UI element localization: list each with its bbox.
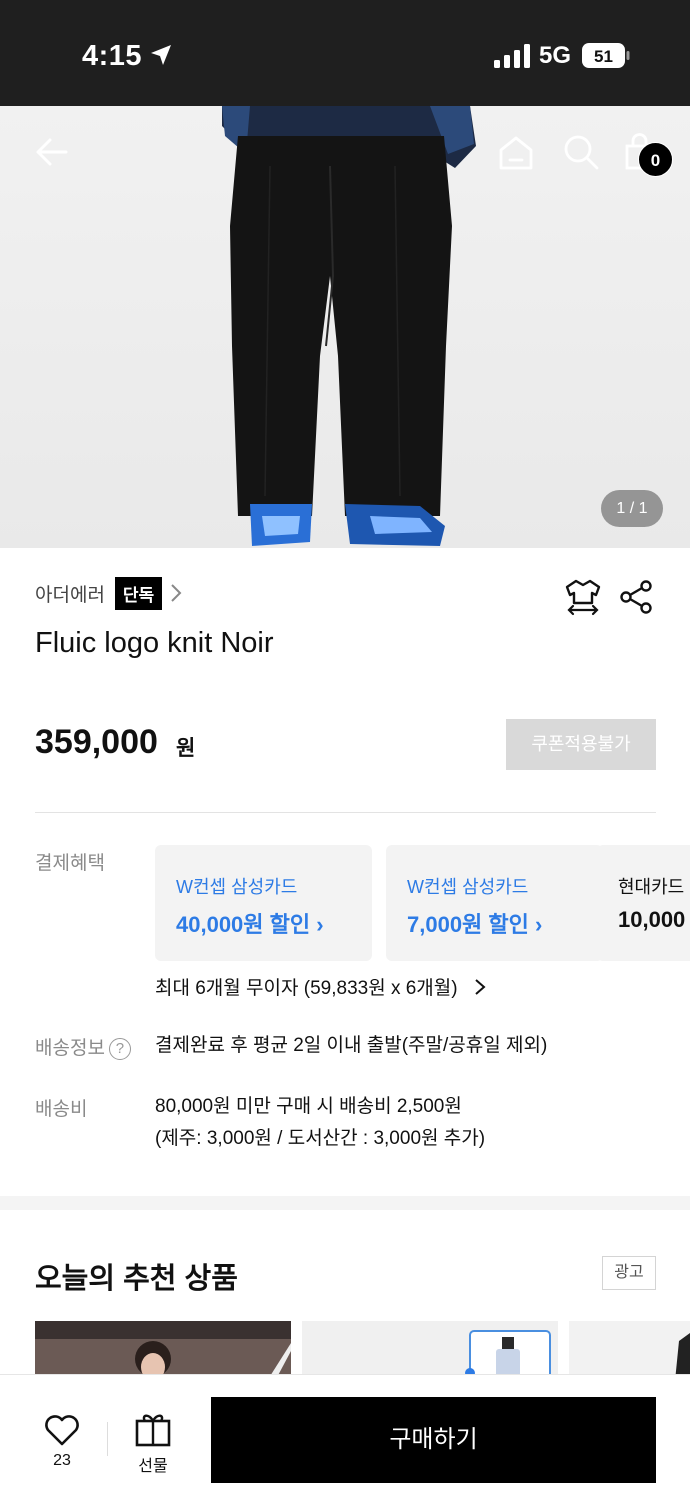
chevron-right-icon xyxy=(475,979,486,995)
home-icon[interactable] xyxy=(496,132,536,172)
chevron-right-icon xyxy=(171,584,182,602)
battery-icon: 51 xyxy=(582,43,630,68)
gift-icon[interactable] xyxy=(131,1411,175,1447)
card-name: W컨셉 삼성카드 xyxy=(407,877,529,897)
buy-button[interactable]: 구매하기 xyxy=(211,1397,656,1483)
recommended-product-thumb[interactable] xyxy=(35,1321,291,1381)
recommendation-title: 오늘의 추천 상품 xyxy=(35,1263,238,1295)
recommended-product-thumb[interactable] xyxy=(302,1321,558,1381)
section-separator xyxy=(0,1196,690,1210)
location-arrow-icon xyxy=(151,45,171,65)
product-title: Fluic logo knit Noir xyxy=(35,627,274,659)
help-icon[interactable]: ? xyxy=(108,1038,131,1060)
brand-link[interactable]: 아더에러 단독 xyxy=(35,576,184,610)
network-type: 5G xyxy=(539,42,572,69)
shipping-fee-label: 배송비 xyxy=(35,1099,88,1120)
exclusive-badge: 단독 xyxy=(114,576,163,610)
ad-badge[interactable]: 광고 xyxy=(602,1256,656,1290)
card-name: W컨셉 삼성카드 xyxy=(176,877,298,897)
chevron-right-icon: › xyxy=(316,912,324,937)
installment-info[interactable]: 최대 6개월 무이자 (59,833원 x 6개월) xyxy=(155,973,487,1000)
gift-label: 선물 xyxy=(138,1458,168,1475)
shipping-info-text: 결제완료 후 평균 2일 이내 출발(주말/공휴일 제외) xyxy=(155,1035,548,1056)
price-unit: 원 xyxy=(176,737,196,760)
shipping-fee-line1: 80,000원 미만 구매 시 배송비 2,500원 xyxy=(155,1096,462,1117)
shipping-fee-line2: (제주: 3,000원 / 도서산간 : 3,000원 추가) xyxy=(155,1128,486,1149)
shipping-info-label: 배송정보? xyxy=(35,1033,131,1060)
card-discount: 10,000 xyxy=(618,907,686,932)
image-page-indicator: 1 / 1 xyxy=(601,490,663,527)
status-bar: 4:15 5G 51 xyxy=(0,0,690,106)
brand-name: 아더에러 xyxy=(35,584,105,606)
status-time: 4:15 xyxy=(82,40,143,72)
chevron-right-icon: › xyxy=(535,912,543,937)
search-icon[interactable] xyxy=(561,132,601,172)
recommended-product-thumb[interactable] xyxy=(569,1321,690,1381)
share-icon[interactable] xyxy=(616,577,656,617)
card-discount: 40,000원 할인 › xyxy=(176,912,324,937)
benefit-card-hyundai[interactable]: 현대카드 10,000 xyxy=(597,845,690,961)
heart-icon[interactable] xyxy=(38,1411,86,1447)
benefit-card-samsung-7000[interactable]: W컨셉 삼성카드 7,000원 할인 › xyxy=(386,845,603,961)
signal-icon xyxy=(494,44,530,68)
payment-benefit-label: 결제혜택 xyxy=(35,853,105,874)
coupon-unavailable-button[interactable]: 쿠폰적용불가 xyxy=(506,719,656,770)
divider xyxy=(107,1422,108,1456)
product-price: 359,000 xyxy=(35,723,158,761)
battery-level: 51 xyxy=(594,47,613,66)
like-count: 23 xyxy=(53,1452,71,1469)
card-name: 현대카드 xyxy=(618,877,685,897)
size-guide-icon[interactable] xyxy=(563,577,603,617)
cart-count-badge: 0 xyxy=(638,142,673,177)
product-image-gallery[interactable]: 1 / 1 xyxy=(0,106,690,548)
back-arrow-icon[interactable] xyxy=(32,132,72,172)
product-photo xyxy=(222,106,476,546)
card-discount: 7,000원 할인 › xyxy=(407,912,543,937)
benefit-card-samsung-40000[interactable]: W컨셉 삼성카드 40,000원 할인 › xyxy=(155,845,372,961)
divider xyxy=(35,812,656,813)
